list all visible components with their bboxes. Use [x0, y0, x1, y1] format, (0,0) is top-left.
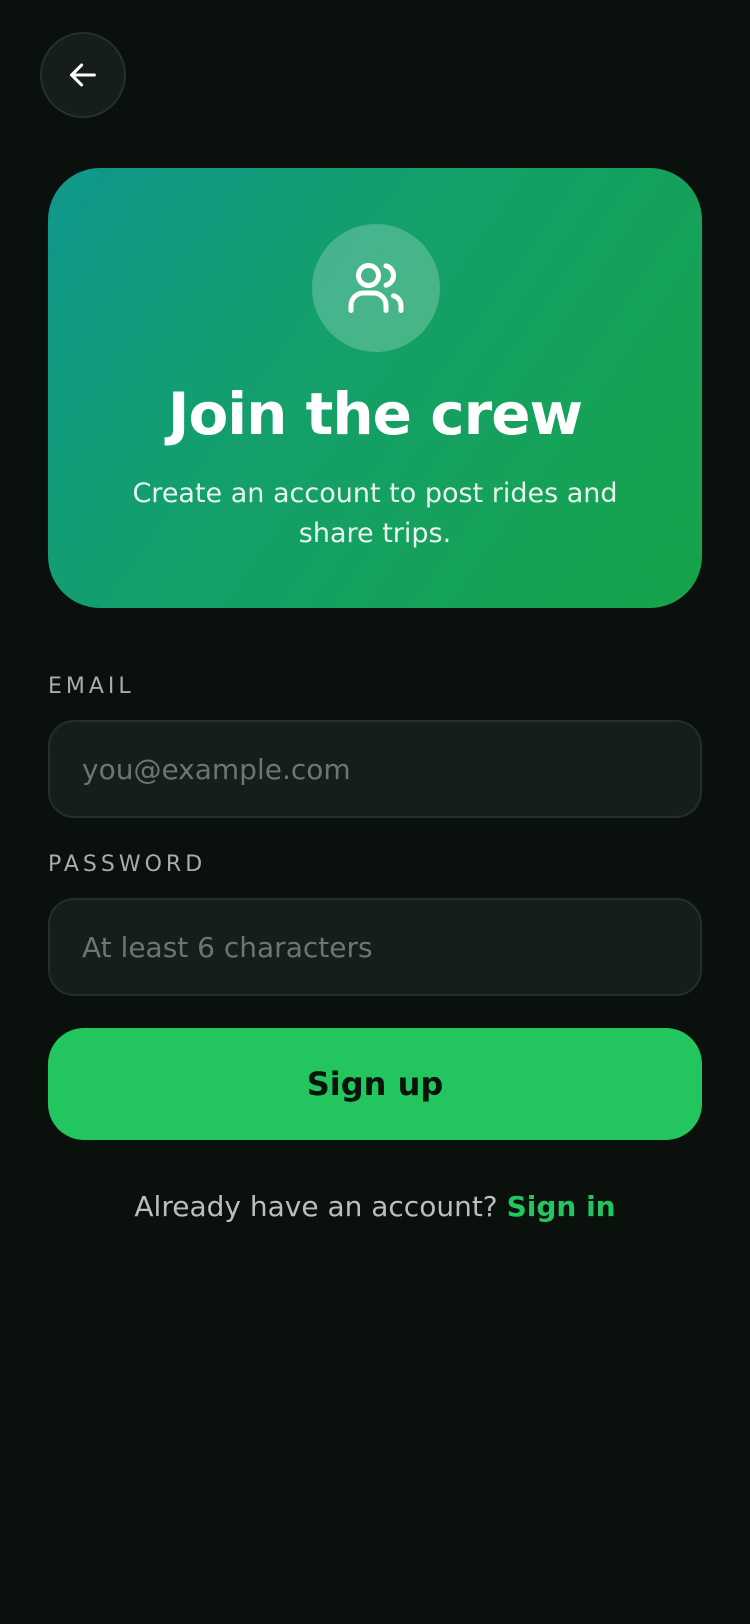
- back-button[interactable]: [40, 32, 126, 118]
- page-subtitle: Create an account to post rides and shar…: [132, 478, 618, 549]
- sign-in-prompt-text: Already have an account?: [134, 1190, 498, 1223]
- hero-icon-badge: [312, 224, 440, 352]
- hero-card: Join the crew Create an account to post …: [48, 168, 702, 608]
- password-field[interactable]: [48, 898, 702, 996]
- sign-in-prompt: Already have an account? Sign in: [0, 1190, 750, 1223]
- users-icon: [348, 263, 404, 313]
- sign-up-button[interactable]: Sign up: [48, 1028, 702, 1140]
- page-title: Join the crew: [167, 380, 583, 448]
- email-label: EMAIL: [48, 674, 135, 699]
- password-label: PASSWORD: [48, 852, 207, 877]
- arrow-left-icon: [70, 63, 96, 87]
- sign-in-link[interactable]: Sign in: [507, 1190, 616, 1223]
- email-field[interactable]: [48, 720, 702, 818]
